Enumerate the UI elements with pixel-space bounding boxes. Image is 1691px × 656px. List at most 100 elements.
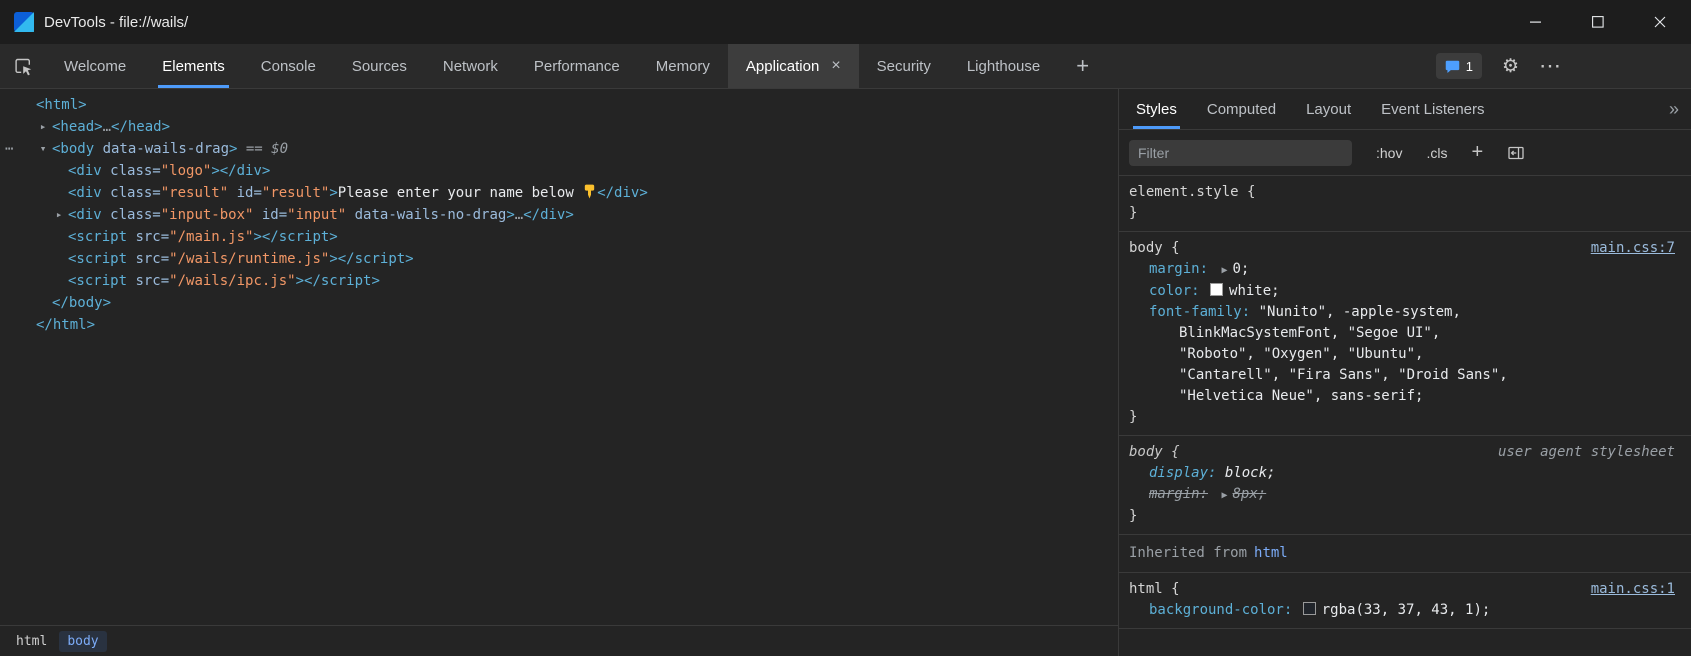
tabbar-right-controls: 1 ⚙ ⋯ [1436, 53, 1691, 79]
new-style-rule-button[interactable]: + [1471, 141, 1483, 164]
tab-label: Network [443, 58, 498, 75]
pseudo-state-toggle[interactable]: :hov [1376, 145, 1402, 161]
css-property-name[interactable]: background-color: [1149, 602, 1292, 618]
css-declaration[interactable]: margin: ▶ 8px; [1119, 484, 1681, 506]
css-property-name[interactable]: display: [1149, 465, 1216, 481]
pointing-down-emoji [582, 185, 597, 201]
tab-elements[interactable]: Elements [144, 44, 243, 88]
elements-panel: <html>▸<head>…</head>⋯▾<body data-wails-… [0, 89, 1119, 656]
code-token: data-wails-drag [103, 141, 229, 157]
tab-sources[interactable]: Sources [334, 44, 425, 88]
computed-sidebar-toggle-icon[interactable] [1507, 144, 1525, 162]
sidebar-tab-computed[interactable]: Computed [1192, 89, 1291, 129]
css-declaration[interactable]: display: block; [1119, 463, 1681, 484]
stylesheet-link[interactable]: main.css:1 [1591, 579, 1681, 600]
stylesheet-link[interactable]: main.css:7 [1591, 238, 1681, 259]
css-property-value[interactable]: "Roboto", "Oxygen", "Ubuntu", [1179, 346, 1423, 362]
crumb-body[interactable]: body [59, 631, 106, 652]
tree-node[interactable]: <div class="logo"></div> [0, 160, 1118, 182]
rule-selector[interactable]: body { [1129, 238, 1180, 259]
sidebar-tab-event-listeners[interactable]: Event Listeners [1366, 89, 1499, 129]
tab-network[interactable]: Network [425, 44, 516, 88]
expand-arrow-icon[interactable]: ▾ [36, 138, 50, 160]
css-property-value[interactable]: block; [1225, 465, 1276, 481]
tab-label: Performance [534, 58, 620, 75]
css-property-value[interactable]: 8px; [1232, 486, 1266, 502]
tree-node[interactable]: ▸<div class="input-box" id="input" data-… [0, 204, 1118, 226]
style-rule: element.style {} [1119, 176, 1691, 232]
css-property-name[interactable]: font-family: [1149, 304, 1250, 320]
rule-close-brace: } [1119, 203, 1681, 224]
color-swatch[interactable] [1303, 602, 1316, 615]
inherited-node-link[interactable]: html [1254, 545, 1288, 561]
tree-node[interactable]: </html> [0, 314, 1118, 336]
css-value-continuation: "Roboto", "Oxygen", "Ubuntu", [1119, 344, 1681, 365]
code-token: </div> [597, 185, 648, 201]
settings-gear-icon[interactable]: ⚙ [1502, 57, 1519, 76]
code-token: "logo" [161, 163, 212, 179]
css-property-value[interactable]: "Cantarell", "Fira Sans", "Droid Sans", [1179, 367, 1508, 383]
tab-performance[interactable]: Performance [516, 44, 638, 88]
css-property-value[interactable]: "Nunito", -apple-system, [1259, 304, 1461, 320]
css-property-name[interactable]: margin: [1149, 261, 1208, 277]
code-token: <div [68, 163, 110, 179]
more-tabs-button[interactable]: + [1058, 53, 1107, 79]
css-property-name[interactable]: margin: [1149, 486, 1208, 502]
sidebar-tab-styles[interactable]: Styles [1121, 89, 1192, 129]
tree-node[interactable]: <div class="result" id="result">Please e… [0, 182, 1118, 204]
color-swatch[interactable] [1210, 283, 1223, 296]
tab-security[interactable]: Security [859, 44, 949, 88]
css-property-value[interactable]: "Helvetica Neue", sans-serif; [1179, 388, 1423, 404]
css-declaration[interactable]: color: white; [1119, 281, 1681, 302]
code-token: "result" [161, 185, 228, 201]
tree-node[interactable]: <html> [0, 94, 1118, 116]
css-declaration[interactable]: background-color: rgba(33, 37, 43, 1); [1119, 600, 1681, 621]
tab-label: Console [261, 58, 316, 75]
maximize-button[interactable] [1567, 0, 1629, 44]
tree-node[interactable]: <script src="/main.js"></script> [0, 226, 1118, 248]
styles-sidebar: StylesComputedLayoutEvent Listeners » :h… [1119, 89, 1691, 656]
css-declaration[interactable]: margin: ▶ 0; [1119, 259, 1681, 281]
close-tab-icon[interactable]: × [831, 58, 840, 74]
styles-filter-input[interactable] [1129, 140, 1352, 166]
minimize-button[interactable] [1505, 0, 1567, 44]
code-token: Please enter your name below [338, 185, 582, 201]
tab-welcome[interactable]: Welcome [46, 44, 144, 88]
sidebar-tab-layout[interactable]: Layout [1291, 89, 1366, 129]
css-property-value[interactable]: 0; [1232, 261, 1249, 277]
tree-node[interactable]: ⋯▾<body data-wails-drag> == $0 [0, 138, 1118, 160]
crumb-html[interactable]: html [8, 631, 55, 652]
tree-node[interactable]: ▸<head>…</head> [0, 116, 1118, 138]
code-token: <div [68, 185, 110, 201]
expand-longhand-icon[interactable]: ▶ [1221, 490, 1227, 501]
rule-selector[interactable]: element.style { [1129, 182, 1255, 203]
tree-node[interactable]: <script src="/wails/runtime.js"></script… [0, 248, 1118, 270]
expand-arrow-icon[interactable]: ▸ [36, 116, 50, 138]
css-property-value[interactable]: rgba(33, 37, 43, 1); [1322, 602, 1491, 618]
rule-selector[interactable]: body { [1129, 442, 1180, 463]
css-property-value[interactable]: white; [1229, 283, 1280, 299]
issues-badge[interactable]: 1 [1436, 53, 1482, 79]
titlebar: DevTools - file://wails/ [0, 0, 1691, 44]
node-menu-icon[interactable]: ⋯ [5, 138, 13, 160]
css-declaration[interactable]: font-family: "Nunito", -apple-system, [1119, 302, 1681, 323]
tab-lighthouse[interactable]: Lighthouse [949, 44, 1058, 88]
tab-label: Memory [656, 58, 710, 75]
tree-node[interactable]: </body> [0, 292, 1118, 314]
inspect-element-icon[interactable] [0, 44, 46, 88]
tab-memory[interactable]: Memory [638, 44, 728, 88]
overflow-tabs-icon[interactable]: » [1669, 99, 1691, 120]
expand-longhand-icon[interactable]: ▶ [1221, 265, 1227, 276]
expand-arrow-icon[interactable]: ▸ [52, 204, 66, 226]
rule-header: body { main.css:7 [1119, 238, 1681, 259]
style-rule: body {user agent stylesheetdisplay: bloc… [1119, 436, 1691, 535]
tab-console[interactable]: Console [243, 44, 334, 88]
more-options-icon[interactable]: ⋯ [1539, 55, 1561, 77]
tree-node[interactable]: <script src="/wails/ipc.js"></script> [0, 270, 1118, 292]
css-property-name[interactable]: color: [1149, 283, 1200, 299]
close-button[interactable] [1629, 0, 1691, 44]
css-property-value[interactable]: BlinkMacSystemFont, "Segoe UI", [1179, 325, 1440, 341]
class-toggle[interactable]: .cls [1426, 145, 1447, 161]
rule-selector[interactable]: html { [1129, 579, 1180, 600]
tab-application[interactable]: Application× [728, 44, 859, 88]
